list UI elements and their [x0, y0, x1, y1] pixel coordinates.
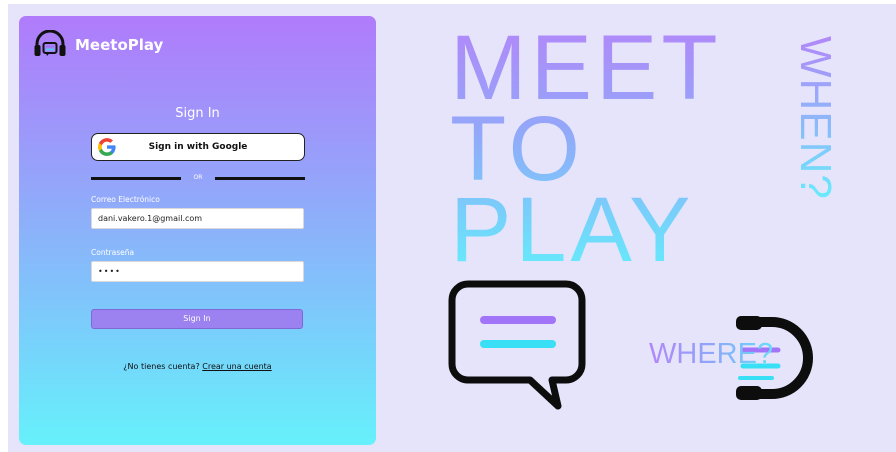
chat-bubble-icon [448, 280, 586, 410]
hero-word-play: PLAY [450, 179, 695, 281]
hero-word-where: WHERE? [649, 338, 774, 370]
google-signin-button[interactable]: Sign in with Google [91, 133, 305, 161]
signin-title: Sign In [175, 106, 220, 121]
or-divider: OR [91, 174, 305, 183]
register-prompt-text: ¿No tienes cuenta? [123, 362, 200, 371]
signin-submit-button[interactable]: Sign In [91, 309, 303, 329]
password-label: Contraseña [91, 248, 135, 257]
hero-word-when: WHEN? [791, 36, 840, 200]
google-signin-label: Sign in with Google [148, 142, 248, 152]
create-account-link[interactable]: Crear una cuenta [202, 362, 271, 371]
brand-name: MeetoPlay [75, 36, 164, 54]
email-field[interactable]: dani.vakero.1@gmail.com [91, 208, 304, 229]
login-panel: MeetoPlay Sign In Sign in with Google OR… [19, 16, 376, 445]
register-prompt: ¿No tienes cuenta? Crear una cuenta [19, 362, 376, 371]
google-icon [98, 138, 116, 156]
password-field[interactable]: •••• [91, 261, 304, 282]
brand: MeetoPlay [33, 30, 163, 60]
email-label: Correo Electrónico [91, 195, 160, 204]
headset-chat-icon [34, 30, 66, 56]
divider-line-right [215, 177, 305, 180]
